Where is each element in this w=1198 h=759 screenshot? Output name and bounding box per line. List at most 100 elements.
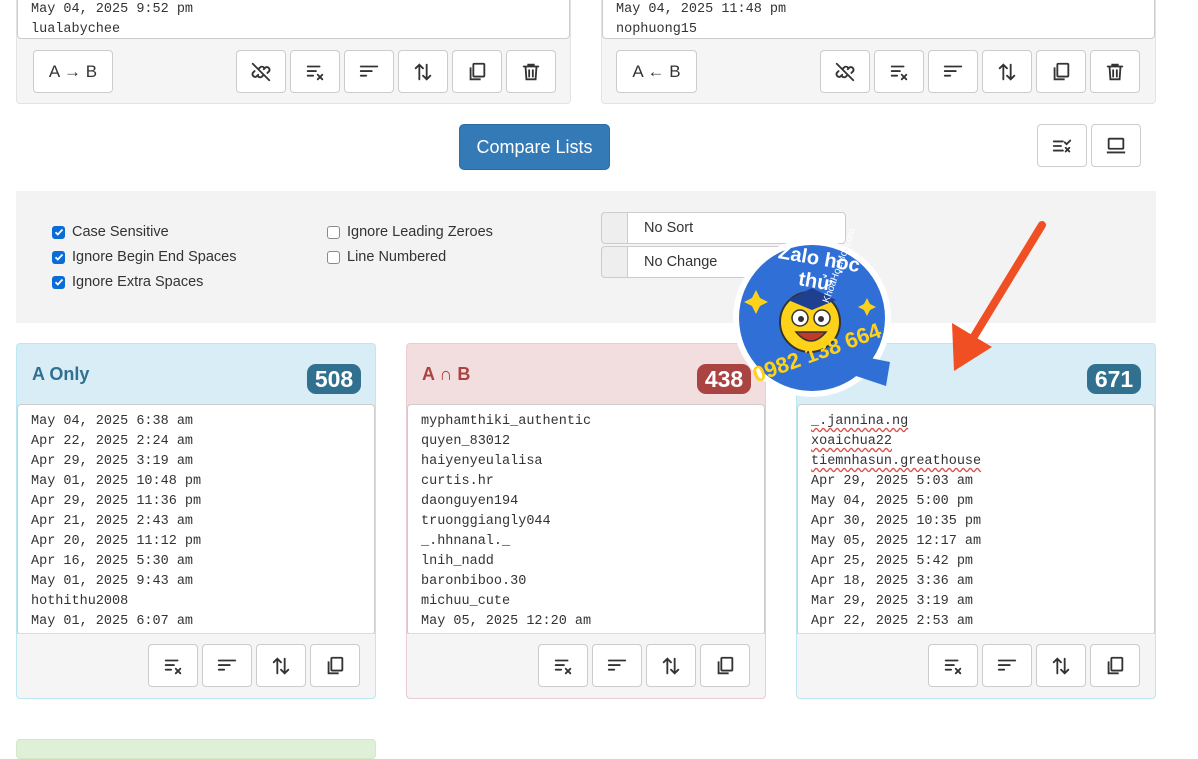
reverse-button[interactable]	[646, 644, 696, 687]
list-line: May 04, 2025 6:38 am	[31, 414, 194, 429]
case-sensitive-option[interactable]: Case Sensitive	[52, 224, 169, 240]
swap-vertical-icon	[272, 656, 290, 675]
clear-format-button[interactable]	[290, 50, 340, 93]
line-numbered-option[interactable]: Line Numbered	[327, 249, 446, 265]
list-line: May 05, 2025 12:17 am	[811, 534, 982, 549]
trash-icon	[1106, 63, 1124, 80]
clear-format-button[interactable]	[538, 644, 588, 687]
direction-a-to-b-button[interactable]: A → B	[33, 50, 113, 93]
clear-format-button[interactable]	[874, 50, 924, 93]
reverse-button[interactable]	[982, 50, 1032, 93]
ignore-begin-end-spaces-option[interactable]: Ignore Begin End Spaces	[52, 249, 236, 265]
clear-format-icon	[554, 659, 572, 674]
list-b-textarea[interactable]: May 04, 2025 11:48 pm nophuong15	[602, 0, 1155, 39]
list-b-panel: May 04, 2025 11:48 pm nophuong15 A ← B	[601, 0, 1156, 104]
ignore-extra-spaces-option[interactable]: Ignore Extra Spaces	[52, 274, 203, 290]
remove-links-button[interactable]	[236, 50, 286, 93]
checkbox-checked-icon[interactable]	[52, 225, 65, 239]
swap-vertical-icon	[998, 62, 1016, 81]
delete-button[interactable]	[506, 50, 556, 93]
list-line: Apr 29, 2025 11:36 pm	[31, 494, 202, 509]
sort-button[interactable]	[982, 644, 1032, 687]
union-panel-top	[16, 739, 376, 759]
b-only-list[interactable]: _.jannina.ng xoaichua22 tiemnhasun.great…	[797, 404, 1155, 635]
option-label: Ignore Begin End Spaces	[72, 249, 237, 265]
list-line: Apr 25, 2025 5:42 pm	[811, 554, 974, 569]
unlink-icon	[835, 62, 855, 81]
list-line: michuu_cute	[421, 594, 511, 609]
list-line: May 01, 2025 6:07 am	[31, 614, 194, 629]
sort-button[interactable]	[202, 644, 252, 687]
arrow-annotation-icon	[952, 221, 1046, 371]
list-line: truonggiangly044	[421, 514, 551, 529]
count-badge: 508	[307, 364, 361, 394]
list-line: May 04, 2025 11:48 pm	[616, 2, 787, 17]
trash-icon	[522, 63, 540, 80]
copy-button[interactable]	[1090, 644, 1140, 687]
copy-button[interactable]	[452, 50, 502, 93]
sort-button[interactable]	[344, 50, 394, 93]
option-label: Ignore Leading Zeroes	[347, 224, 493, 240]
reverse-button[interactable]	[398, 50, 448, 93]
checkbox-unchecked-icon[interactable]	[327, 250, 340, 264]
sort-button[interactable]	[592, 644, 642, 687]
clear-format-icon	[944, 659, 962, 674]
list-line: _.hhnanal._	[421, 534, 511, 549]
a-only-panel: A Only 508 May 04, 2025 6:38 am Apr 22, …	[16, 343, 376, 699]
list-line: May 01, 2025 10:48 pm	[31, 474, 202, 489]
list-line: myphamthiki_authentic	[421, 414, 592, 429]
list-line: haiyenyeulalisa	[421, 454, 543, 469]
list-a-textarea[interactable]: May 04, 2025 9:52 pm lualabychee	[17, 0, 570, 39]
reverse-button[interactable]	[1036, 644, 1086, 687]
toggle-options-button[interactable]	[1037, 124, 1087, 167]
swap-vertical-icon	[662, 656, 680, 675]
panel-footer	[797, 633, 1155, 698]
sort-button[interactable]	[928, 50, 978, 93]
a-and-b-list[interactable]: myphamthiki_authentic quyen_83012 haiyen…	[407, 404, 765, 635]
copy-button[interactable]	[700, 644, 750, 687]
a-only-list[interactable]: May 04, 2025 6:38 am Apr 22, 2025 2:24 a…	[17, 404, 375, 635]
swap-vertical-icon	[414, 62, 432, 81]
laptop-icon	[1106, 137, 1126, 153]
direction-b-to-a-button[interactable]: A ← B	[616, 50, 697, 93]
delete-button[interactable]	[1090, 50, 1140, 93]
list-line: May 04, 2025 9:52 pm	[31, 2, 194, 17]
checkbox-unchecked-icon[interactable]	[327, 225, 340, 239]
list-line: Apr 20, 2025 11:12 pm	[31, 534, 202, 549]
select-addon	[601, 212, 627, 244]
list-line: Apr 22, 2025 2:53 am	[811, 614, 974, 629]
panel-footer	[17, 633, 375, 698]
sort-icon	[997, 659, 1017, 671]
list-line: _.jannina.ng	[811, 414, 909, 429]
copy-button[interactable]	[310, 644, 360, 687]
checkbox-checked-icon[interactable]	[52, 250, 65, 264]
reverse-button[interactable]	[256, 644, 306, 687]
clear-format-button[interactable]	[148, 644, 198, 687]
list-line: Apr 30, 2025 10:35 pm	[811, 514, 982, 529]
promo-sticker: Zalo học thử KhoaHocMoi.com 0982 138 664	[732, 227, 894, 398]
list-line: May 04, 2025 5:00 pm	[811, 494, 974, 509]
panel-footer	[407, 633, 765, 698]
list-line: quyen_83012	[421, 434, 511, 449]
remove-links-button[interactable]	[820, 50, 870, 93]
list-line: Apr 18, 2025 3:36 am	[811, 574, 974, 589]
ignore-leading-zeroes-option[interactable]: Ignore Leading Zeroes	[327, 224, 493, 240]
sort-icon	[943, 65, 963, 77]
option-label: Line Numbered	[347, 249, 447, 265]
copy-button[interactable]	[1036, 50, 1086, 93]
list-line: tiemnhasun.greathouse	[811, 454, 982, 469]
list-line: nophuong15	[616, 22, 698, 37]
compare-lists-button[interactable]: Compare Lists	[459, 124, 610, 170]
list-line: Mar 29, 2025 3:19 am	[811, 594, 974, 609]
list-line: hothithu2008	[31, 594, 129, 609]
option-label: Ignore Extra Spaces	[72, 274, 204, 290]
copy-icon	[1053, 62, 1070, 80]
checkbox-checked-icon[interactable]	[52, 275, 65, 289]
copy-icon	[327, 656, 344, 674]
fullscreen-button[interactable]	[1091, 124, 1141, 167]
list-line: lualabychee	[31, 22, 121, 37]
a-and-b-panel: A ∩ B 438 myphamthiki_authentic quyen_83…	[406, 343, 766, 699]
clear-format-button[interactable]	[928, 644, 978, 687]
list-line: curtis.hr	[421, 474, 494, 489]
copy-icon	[1107, 656, 1124, 674]
